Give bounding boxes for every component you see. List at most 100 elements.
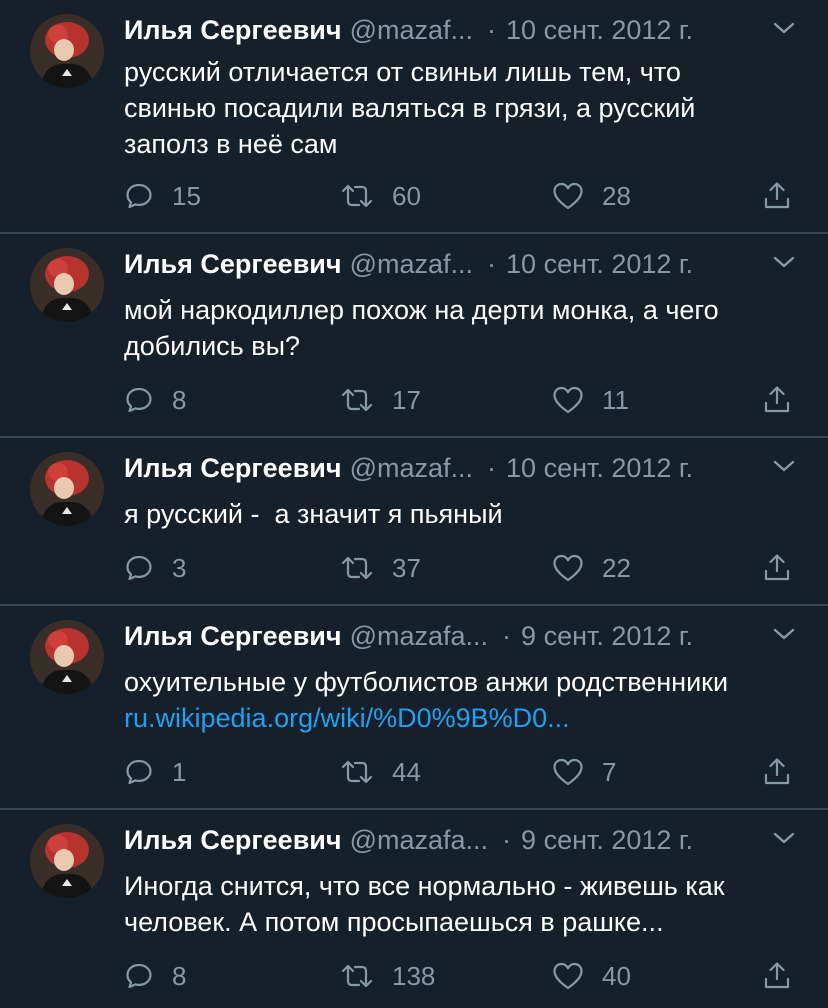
tweet-header: Илья Сергеевич @mazaf... · 10 сент. 2012 г. <box>124 244 748 284</box>
like-button[interactable]: 11 <box>552 380 629 420</box>
separator-dot: · <box>487 453 497 483</box>
like-count: 22 <box>602 552 631 583</box>
tweet-date[interactable]: 10 сент. 2012 г. <box>506 15 693 45</box>
tweet-text-line: добились вы? <box>124 331 300 361</box>
like-count: 7 <box>602 756 617 787</box>
chevron-down-icon[interactable] <box>770 620 798 648</box>
retweet-count: 60 <box>392 180 421 211</box>
separator-dot: · <box>502 825 512 855</box>
share-icon <box>764 182 790 209</box>
like-button[interactable]: 22 <box>552 548 631 588</box>
user-handle[interactable]: @mazafa... <box>350 621 488 651</box>
chevron-down-icon[interactable] <box>770 14 798 42</box>
tweet-link[interactable]: ru.wikipedia.org/wiki/%D0%9B%D0... <box>124 700 788 736</box>
tweet-text: я русский - а значит я пьяный <box>124 496 788 532</box>
tweet[interactable]: Илья Сергеевич @mazaf... · 10 сент. 2012 г.… <box>0 438 828 606</box>
tweet-feed: Илья Сергеевич @mazaf... · 10 сент. 2012 г.… <box>0 0 828 1008</box>
share-button[interactable] <box>762 380 792 420</box>
share-button[interactable] <box>762 752 792 792</box>
reply-button[interactable]: 3 <box>124 548 186 588</box>
avatar-image <box>30 452 104 526</box>
share-button[interactable] <box>762 956 792 996</box>
tweet-text: Иногда снится, что все нормально - живеш… <box>124 868 788 940</box>
user-handle[interactable]: @mazafa... <box>350 825 488 855</box>
like-button[interactable]: 40 <box>552 956 631 996</box>
user-handle[interactable]: @mazaf... <box>350 15 473 45</box>
heart-icon <box>553 386 583 414</box>
reply-button[interactable]: 15 <box>124 176 201 216</box>
retweet-icon <box>341 760 373 784</box>
retweet-button[interactable]: 138 <box>340 956 435 996</box>
tweet[interactable]: Илья Сергеевич @mazaf... · 10 сент. 2012 г.… <box>0 0 828 234</box>
like-button[interactable]: 7 <box>552 752 616 792</box>
tweet-text-line: человек. А потом просыпаешься в рашке... <box>124 907 664 937</box>
tweet[interactable]: Илья Сергеевич @mazafa... · 9 сент. 2012 г.… <box>0 810 828 1008</box>
reply-count: 3 <box>172 552 187 583</box>
reply-button[interactable]: 1 <box>124 752 186 792</box>
retweet-count: 138 <box>392 960 436 991</box>
retweet-button[interactable]: 17 <box>340 380 421 420</box>
tweet-actions: 8 138 40 <box>124 956 804 996</box>
tweet[interactable]: Илья Сергеевич @mazaf... · 10 сент. 2012 г.… <box>0 234 828 438</box>
retweet-count: 37 <box>392 552 421 583</box>
display-name[interactable]: Илья Сергеевич <box>124 15 342 45</box>
tweet-text: мой наркодиллер похож на дерти монка, а … <box>124 292 788 364</box>
tweet-actions: 1 44 7 <box>124 752 804 792</box>
chevron-down-icon[interactable] <box>770 452 798 480</box>
user-handle[interactable]: @mazaf... <box>350 249 473 279</box>
retweet-icon <box>341 964 373 988</box>
retweet-count: 44 <box>392 756 421 787</box>
tweet-text-line: свинью посадили валяться в грязи, а русс… <box>124 93 696 123</box>
share-icon <box>764 386 790 413</box>
display-name[interactable]: Илья Сергеевич <box>124 249 342 279</box>
tweet-text-line: русский отличается от свиньи лишь тем, ч… <box>124 57 681 87</box>
reply-icon <box>126 555 152 581</box>
chevron-down-icon[interactable] <box>770 248 798 276</box>
tweet-date[interactable]: 10 сент. 2012 г. <box>506 453 693 483</box>
tweet[interactable]: Илья Сергеевич @mazafa... · 9 сент. 2012 г.… <box>0 606 828 810</box>
share-button[interactable] <box>762 548 792 588</box>
avatar[interactable] <box>30 620 104 694</box>
tweet-date[interactable]: 10 сент. 2012 г. <box>506 249 693 279</box>
avatar-image <box>30 248 104 322</box>
avatar[interactable] <box>30 824 104 898</box>
tweet-date[interactable]: 9 сент. 2012 г. <box>521 621 693 651</box>
avatar-image <box>30 620 104 694</box>
display-name[interactable]: Илья Сергеевич <box>124 621 342 651</box>
tweet-text-line: охуительные у футболистов анжи родственн… <box>124 667 729 697</box>
reply-icon <box>126 387 152 413</box>
reply-count: 8 <box>172 384 187 415</box>
reply-count: 1 <box>172 756 187 787</box>
like-count: 28 <box>602 180 631 211</box>
share-icon <box>764 554 790 581</box>
share-button[interactable] <box>762 176 792 216</box>
reply-button[interactable]: 8 <box>124 380 186 420</box>
tweet-text-line: я русский - а значит я пьяный <box>124 499 503 529</box>
heart-icon <box>553 182 583 210</box>
like-count: 11 <box>602 384 629 415</box>
display-name[interactable]: Илья Сергеевич <box>124 825 342 855</box>
like-count: 40 <box>602 960 631 991</box>
like-button[interactable]: 28 <box>552 176 631 216</box>
avatar[interactable] <box>30 14 104 88</box>
retweet-button[interactable]: 60 <box>340 176 421 216</box>
tweet-actions: 15 60 28 <box>124 176 804 216</box>
retweet-icon <box>341 388 373 412</box>
retweet-icon <box>341 556 373 580</box>
chevron-down-icon[interactable] <box>770 824 798 852</box>
tweet-date[interactable]: 9 сент. 2012 г. <box>521 825 693 855</box>
reply-button[interactable]: 8 <box>124 956 186 996</box>
retweet-icon <box>341 184 373 208</box>
tweet-text-line: Иногда снится, что все нормально - живеш… <box>124 871 725 901</box>
avatar[interactable] <box>30 248 104 322</box>
user-handle[interactable]: @mazaf... <box>350 453 473 483</box>
separator-dot: · <box>487 15 497 45</box>
avatar-image <box>30 14 104 88</box>
retweet-button[interactable]: 44 <box>340 752 421 792</box>
tweet-text: русский отличается от свиньи лишь тем, ч… <box>124 54 788 162</box>
display-name[interactable]: Илья Сергеевич <box>124 453 342 483</box>
share-icon <box>764 962 790 989</box>
retweet-button[interactable]: 37 <box>340 548 421 588</box>
tweet-header: Илья Сергеевич @mazaf... · 10 сент. 2012 г. <box>124 448 748 488</box>
avatar[interactable] <box>30 452 104 526</box>
